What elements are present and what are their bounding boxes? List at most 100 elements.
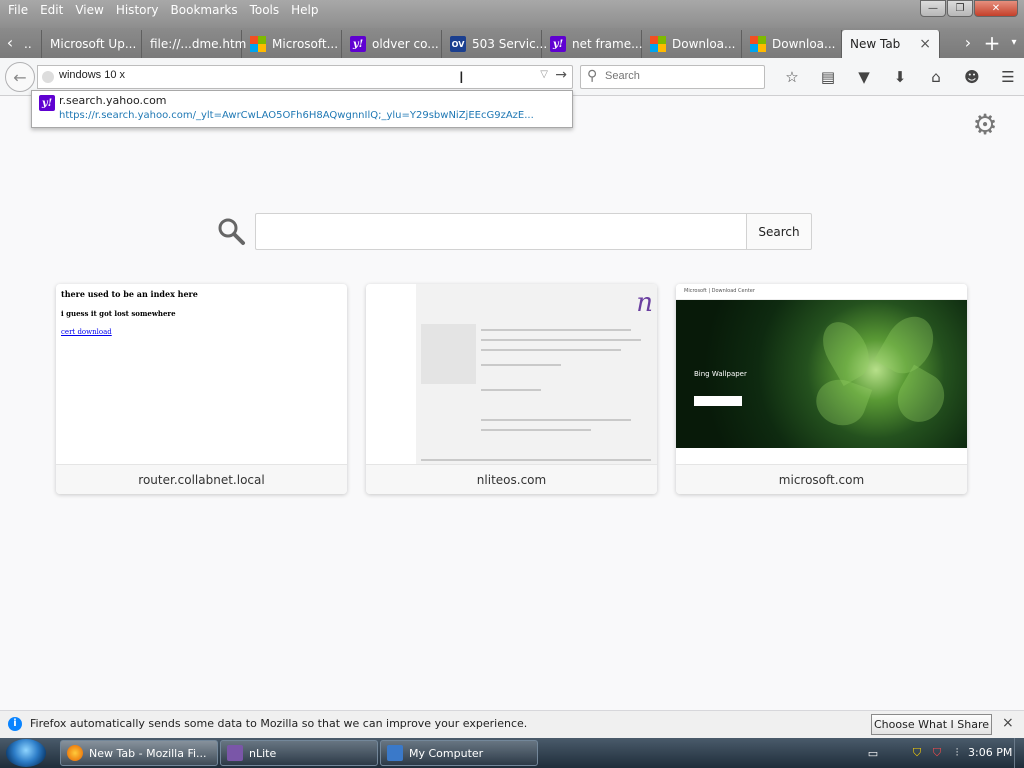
site-thumbnail: there used to be an index here i guess i…: [56, 284, 347, 464]
nlite-icon: [227, 745, 243, 761]
tab[interactable]: Microsoft...: [242, 30, 342, 58]
thumbnail-sidebar: [421, 324, 476, 384]
tile-label: nliteos.com: [366, 464, 657, 494]
downloads-icon[interactable]: ⬇: [882, 63, 918, 91]
back-button[interactable]: ←: [5, 62, 35, 92]
tab-label: 503 Servic...: [472, 37, 548, 51]
tile-label: router.collabnet.local: [56, 464, 347, 494]
thumbnail-line: [481, 419, 631, 421]
start-button[interactable]: [6, 739, 46, 767]
hamburger-menu-icon[interactable]: ☰: [990, 63, 1024, 91]
thumbnail-link: cert download: [61, 328, 112, 336]
site-thumbnail: n: [366, 284, 657, 464]
restore-button[interactable]: ❐: [947, 0, 973, 17]
tab-label: file://...dme.htm: [150, 37, 247, 51]
tab-list-dropdown-icon[interactable]: ▾: [1004, 34, 1024, 54]
action-center-icon[interactable]: ⛉: [929, 745, 945, 761]
leaf-shape: [874, 307, 943, 383]
url-autocomplete-popup[interactable]: y! r.search.yahoo.com https://r.search.y…: [31, 90, 573, 128]
choose-what-i-share-button[interactable]: Choose What I Share: [871, 714, 992, 735]
history-dropmarker-icon[interactable]: ▽: [540, 69, 548, 80]
top-site-tile[interactable]: there used to be an index here i guess i…: [56, 284, 347, 494]
pocket-icon[interactable]: ▼: [846, 63, 882, 91]
tab-strip: ‹ .. Microsoft Up... file://...dme.htm M…: [0, 28, 1024, 58]
search-bar[interactable]: ⚲: [580, 65, 765, 89]
tab[interactable]: Downloa...: [642, 30, 742, 58]
tab-scroll-right-icon[interactable]: ›: [958, 34, 978, 54]
nlite-logo-icon: n: [636, 288, 653, 318]
network-icon[interactable]: ⫶: [949, 745, 965, 761]
menu-view[interactable]: View: [69, 0, 109, 20]
thumbnail-line: [481, 429, 591, 431]
clock[interactable]: 3:06 PM: [968, 746, 1012, 759]
home-icon[interactable]: ⌂: [918, 63, 954, 91]
keyboard-icon[interactable]: ▭: [865, 745, 881, 761]
menu-file[interactable]: File: [2, 0, 34, 20]
gear-icon[interactable]: ⚙: [970, 110, 1000, 140]
top-site-tile[interactable]: Microsoft | Download Center Bing Wallpap…: [676, 284, 967, 494]
bookmark-star-icon[interactable]: ☆: [774, 63, 810, 91]
tab[interactable]: Downloa...: [742, 30, 842, 58]
tab[interactable]: ..: [22, 30, 42, 58]
menu-help[interactable]: Help: [285, 0, 324, 20]
tab[interactable]: Microsoft Up...: [42, 30, 142, 58]
notification-close-icon[interactable]: ×: [1002, 715, 1014, 731]
menu-edit[interactable]: Edit: [34, 0, 69, 20]
search-input[interactable]: [605, 70, 755, 82]
microsoft-icon: [750, 36, 766, 52]
taskbar-item-label: New Tab - Mozilla Fi...: [89, 746, 207, 760]
taskbar-item-nlite[interactable]: nLite: [220, 740, 378, 766]
top-sites: there used to be an index here i guess i…: [56, 284, 967, 494]
toolbar-icons: ☆ ▤ ▼ ⬇ ⌂ ☻ ☰: [774, 63, 1024, 91]
window-titlebar: File Edit View History Bookmarks Tools H…: [0, 0, 1024, 28]
menu-history[interactable]: History: [110, 0, 165, 20]
info-icon: i: [8, 717, 22, 731]
tab[interactable]: file://...dme.htm: [142, 30, 246, 58]
url-bar[interactable]: ▽ →: [37, 65, 573, 89]
autocomplete-url: https://r.search.yahoo.com/_ylt=AwrCwLAO…: [59, 110, 534, 121]
thumbnail-line: [421, 459, 651, 461]
taskbar-item-label: nLite: [249, 746, 277, 760]
menu-bookmarks[interactable]: Bookmarks: [165, 0, 244, 20]
menu-bar: File Edit View History Bookmarks Tools H…: [2, 0, 325, 20]
top-site-tile[interactable]: n nliteos.com: [366, 284, 657, 494]
tab[interactable]: y! net frame...: [542, 30, 643, 58]
chat-icon[interactable]: ☻: [954, 63, 990, 91]
tab-scroll-left-icon[interactable]: ‹: [0, 34, 20, 54]
notification-bar: i Firefox automatically sends some data …: [0, 710, 1024, 738]
show-desktop-button[interactable]: [1014, 738, 1024, 768]
new-tab-plus-icon[interactable]: +: [982, 33, 1002, 54]
text-cursor-icon: I: [459, 68, 464, 87]
yahoo-icon: y!: [550, 36, 566, 52]
tab[interactable]: OV 503 Servic...: [442, 30, 547, 58]
tab-label: Microsoft...: [272, 37, 339, 51]
go-arrow-icon[interactable]: →: [555, 67, 567, 83]
leaf-shape: [889, 364, 953, 431]
leaf-shape: [813, 314, 879, 386]
taskbar-item-label: My Computer: [409, 746, 484, 760]
tab-label: New Tab: [850, 37, 901, 51]
menu-tools[interactable]: Tools: [244, 0, 286, 20]
ov-icon: OV: [450, 36, 466, 52]
reading-list-icon[interactable]: ▤: [810, 63, 846, 91]
tab-close-icon[interactable]: ×: [919, 36, 931, 52]
close-window-button[interactable]: ✕: [974, 0, 1018, 17]
thumbnail-line: [481, 364, 561, 366]
tab[interactable]: y! oldver co...: [342, 30, 442, 58]
taskbar: New Tab - Mozilla Fi... nLite My Compute…: [0, 738, 1024, 768]
security-shield-icon[interactable]: ⛉: [909, 745, 925, 761]
thumbnail-button: [694, 396, 742, 406]
search-icon: ⚲: [587, 68, 598, 84]
newtab-search-button[interactable]: Search: [746, 213, 812, 250]
thumbnail-line: [481, 349, 621, 351]
tab-new-tab[interactable]: New Tab ×: [842, 30, 940, 58]
yahoo-icon: y!: [39, 95, 55, 111]
site-identity-icon[interactable]: [42, 71, 54, 83]
newtab-search-input[interactable]: [255, 213, 747, 250]
taskbar-item-my-computer[interactable]: My Computer: [380, 740, 538, 766]
tab-label: oldver co...: [372, 37, 439, 51]
yahoo-icon: y!: [350, 36, 366, 52]
taskbar-item-firefox[interactable]: New Tab - Mozilla Fi...: [60, 740, 218, 766]
minimize-button[interactable]: —: [920, 0, 946, 17]
tab-label: Downloa...: [772, 37, 836, 51]
